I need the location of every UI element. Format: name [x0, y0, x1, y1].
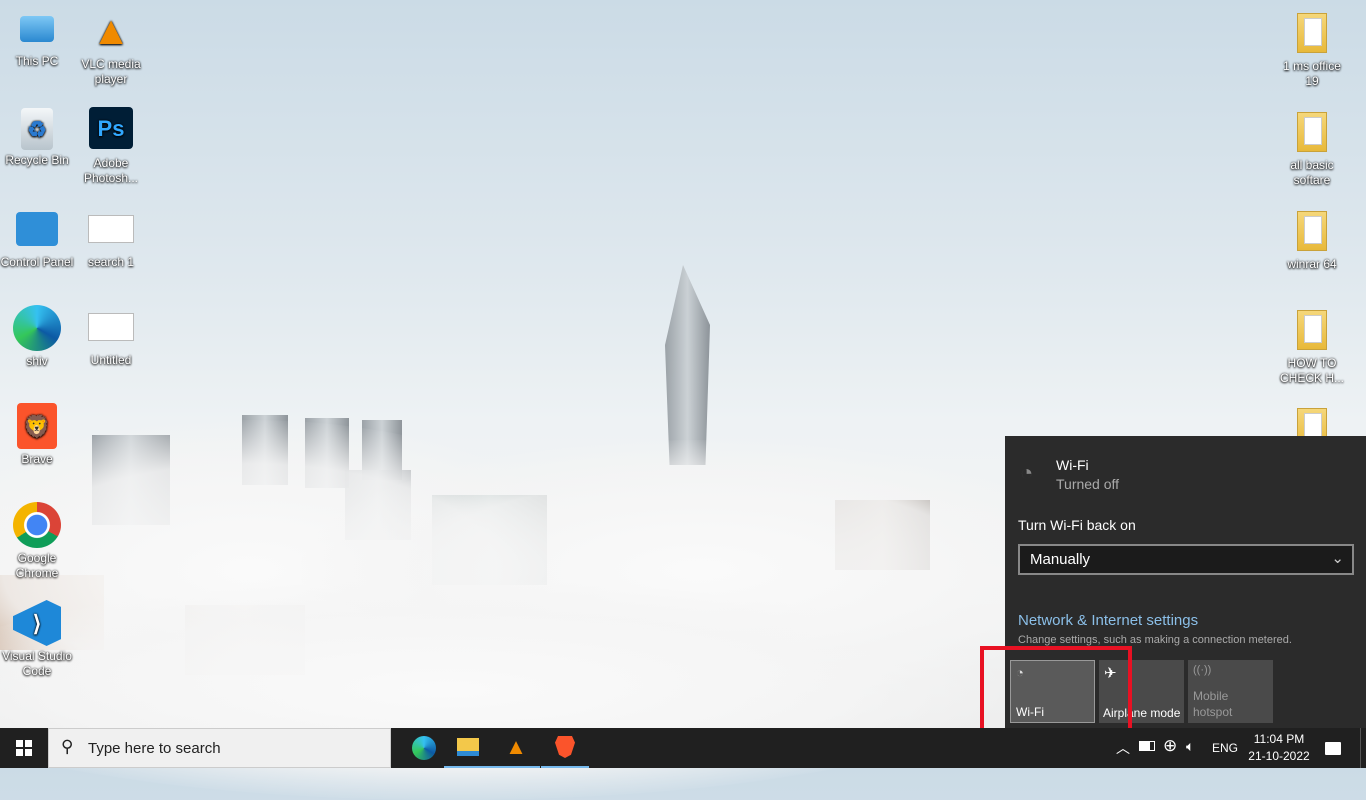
search-box[interactable]: ⚲ Type here to search	[48, 728, 391, 768]
show-desktop-button[interactable]	[1360, 728, 1366, 768]
turn-on-dropdown[interactable]: Manually ⌄	[1018, 544, 1354, 575]
vlc-icon: ▲	[505, 734, 527, 759]
windows-logo-icon	[16, 740, 32, 756]
dropdown-value: Manually	[1030, 551, 1091, 568]
edge-icon	[13, 305, 61, 351]
action-center-button[interactable]	[1318, 728, 1348, 768]
desktop-icon-folder[interactable]: HOW TO CHECK H...	[1275, 307, 1349, 386]
search-icon: ⚲	[61, 737, 74, 756]
file-explorer-icon	[457, 738, 479, 756]
wifi-icon: ◔	[1020, 460, 1034, 485]
clock[interactable]: 11:04 PM 21-10-2022	[1242, 731, 1316, 765]
turn-on-label: Turn Wi-Fi back on	[1018, 517, 1136, 533]
notification-icon	[1325, 741, 1341, 755]
start-button[interactable]	[0, 728, 48, 768]
taskbar-file-explorer[interactable]	[444, 728, 492, 768]
computer-icon	[20, 16, 54, 42]
volume-icon[interactable]: 🔈︎	[1186, 738, 1194, 755]
show-hidden-icons[interactable]: ︿	[1116, 738, 1130, 758]
wifi-title: Wi-Fi	[1056, 457, 1089, 473]
battery-icon[interactable]	[1139, 741, 1155, 751]
search-placeholder: Type here to search	[88, 740, 221, 757]
edge-icon	[412, 736, 436, 760]
desktop-icon-vscode[interactable]: ⟩ Visual Studio Code	[0, 600, 74, 679]
desktop-icon-google-chrome[interactable]: Google Chrome	[0, 502, 74, 581]
clock-date: 21-10-2022	[1248, 749, 1310, 763]
document-thumbnail-icon	[88, 215, 134, 243]
desktop-icon-search-1[interactable]: search 1	[74, 215, 148, 270]
chrome-icon	[13, 502, 61, 548]
desktop-icon-photoshop[interactable]: Ps Adobe Photosh...	[74, 107, 148, 186]
control-panel-icon	[16, 212, 58, 246]
folder-icon	[1288, 208, 1336, 254]
hotspot-icon: ((·))	[1193, 664, 1212, 676]
desktop-icon-brave[interactable]: 🦁 Brave	[0, 403, 74, 467]
vlc-icon: ▲	[91, 8, 131, 53]
desktop-icon-folder[interactable]: 1 ms office 19	[1275, 10, 1349, 89]
network-settings-link[interactable]: Network & Internet settings	[1018, 612, 1198, 629]
vscode-icon: ⟩	[13, 600, 61, 646]
document-thumbnail-icon	[88, 313, 134, 341]
highlight-box	[980, 646, 1132, 733]
clock-time: 11:04 PM	[1253, 732, 1305, 746]
network-globe-icon[interactable]: ⊕	[1163, 736, 1177, 756]
taskbar-edge[interactable]	[400, 728, 448, 768]
folder-icon	[1288, 307, 1336, 353]
desktop-icon-recycle-bin[interactable]: ♻ Recycle Bin	[0, 108, 74, 168]
taskbar: ⚲ Type here to search ▲ ︿ ⊕ 🔈︎ ENG 11:04…	[0, 728, 1366, 768]
brave-icon: 🦁	[17, 403, 57, 449]
desktop-icon-folder[interactable]: all basic softare	[1275, 109, 1349, 188]
mobile-hotspot-tile[interactable]: ((·)) Mobile hotspot	[1188, 660, 1273, 723]
desktop-icon-untitled[interactable]: Untitled	[74, 313, 148, 368]
recycle-bin-icon: ♻	[21, 108, 53, 150]
network-settings-desc: Change settings, such as making a connec…	[1018, 634, 1292, 646]
brave-icon	[555, 736, 575, 758]
photoshop-icon: Ps	[89, 107, 133, 149]
folder-icon	[1288, 109, 1336, 155]
desktop-icon-vlc[interactable]: ▲ VLC media player	[74, 8, 148, 87]
desktop-icon-folder[interactable]: winrar 64	[1275, 208, 1349, 272]
language-indicator[interactable]: ENG	[1212, 741, 1238, 755]
chevron-down-icon: ⌄	[1331, 550, 1344, 567]
wifi-status: Turned off	[1056, 476, 1120, 492]
desktop-icon-shiv[interactable]: shiv	[0, 305, 74, 369]
taskbar-vlc[interactable]: ▲	[492, 728, 540, 768]
taskbar-brave[interactable]	[541, 728, 589, 768]
desktop-icon-control-panel[interactable]: Control Panel	[0, 208, 74, 270]
desktop-icon-this-pc[interactable]: This PC	[0, 8, 74, 69]
folder-icon	[1288, 10, 1336, 56]
